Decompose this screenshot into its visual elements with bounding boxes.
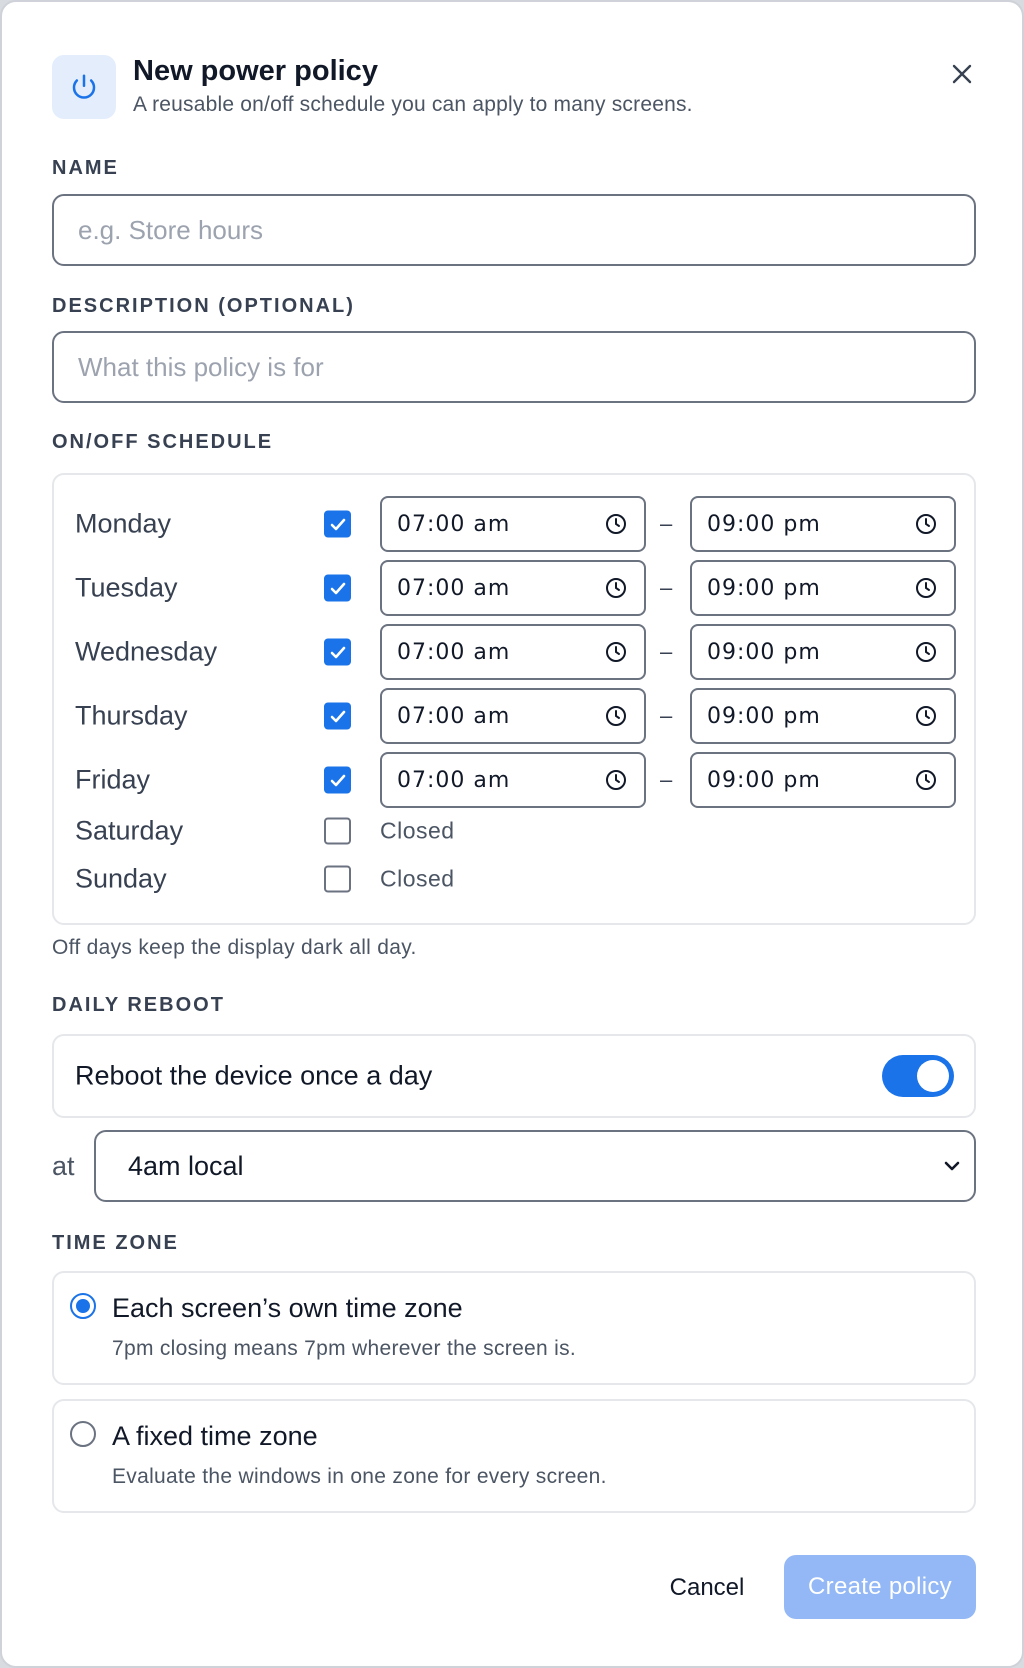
time-zone-label: TIME ZONE (52, 1232, 179, 1254)
end-time-value: 09:00 pm (707, 639, 821, 665)
day-name: Tuesday (75, 572, 178, 603)
reboot-time-value: 4am local (128, 1150, 244, 1181)
closed-label: Closed (380, 865, 455, 892)
end-time-value: 09:00 pm (707, 511, 821, 537)
clock-icon (606, 706, 626, 726)
schedule-row-saturday: Saturday Closed (54, 807, 974, 855)
timezone-option-title: Each screen’s own time zone (112, 1293, 463, 1323)
daily-reboot-label: DAILY REBOOT (52, 994, 225, 1016)
timezone-option-description: 7pm closing means 7pm wherever the scree… (112, 1337, 577, 1360)
timezone-option-fixed[interactable]: A fixed time zone Evaluate the windows i… (52, 1399, 976, 1513)
schedule-hint: Off days keep the display dark all day. (52, 936, 417, 959)
checkmark-icon (330, 710, 345, 722)
dialog-title: New power policy (133, 55, 378, 87)
reboot-at-label: at (52, 1151, 75, 1181)
dialog-subtitle: A reusable on/off schedule you can apply… (133, 93, 693, 116)
reboot-time-select[interactable]: 4am local (94, 1130, 976, 1202)
day-name: Wednesday (75, 636, 218, 667)
schedule-panel: Monday 07:00 am – 09:00 pm Tuesday 07:00… (52, 473, 976, 925)
start-time-value: 07:00 am (397, 575, 511, 601)
day-enabled-checkbox[interactable] (324, 766, 351, 794)
new-power-policy-dialog: New power policy A reusable on/off sched… (0, 0, 1024, 1668)
reboot-description: Reboot the device once a day (75, 1060, 433, 1091)
checkmark-icon (330, 518, 345, 530)
schedule-row-wednesday: Wednesday 07:00 am – 09:00 pm (54, 624, 974, 680)
day-name: Monday (75, 508, 172, 539)
day-name: Saturday (75, 815, 184, 846)
day-enabled-checkbox[interactable] (324, 638, 351, 666)
timezone-radio[interactable] (70, 1421, 96, 1447)
close-icon (952, 64, 972, 84)
end-time-input[interactable]: 09:00 pm (690, 496, 956, 552)
start-time-value: 07:00 am (397, 767, 511, 793)
clock-icon (916, 642, 936, 662)
schedule-row-monday: Monday 07:00 am – 09:00 pm (54, 496, 974, 552)
end-time-value: 09:00 pm (707, 575, 821, 601)
start-time-input[interactable]: 07:00 am (380, 560, 646, 616)
clock-icon (606, 514, 626, 534)
chevron-down-icon (944, 1161, 960, 1171)
power-icon (52, 55, 116, 119)
end-time-input[interactable]: 09:00 pm (690, 688, 956, 744)
timezone-option-description: Evaluate the windows in one zone for eve… (112, 1465, 607, 1488)
checkmark-icon (330, 646, 345, 658)
description-label: DESCRIPTION (OPTIONAL) (52, 295, 355, 317)
timezone-option-screen-local[interactable]: Each screen’s own time zone 7pm closing … (52, 1271, 976, 1385)
schedule-label: ON/OFF SCHEDULE (52, 431, 274, 453)
clock-icon (606, 642, 626, 662)
checkmark-icon (330, 582, 345, 594)
clock-icon (606, 578, 626, 598)
toggle-knob (917, 1060, 949, 1092)
schedule-row-thursday: Thursday 07:00 am – 09:00 pm (54, 688, 974, 744)
daily-reboot-panel: Reboot the device once a day (52, 1034, 976, 1118)
time-range-separator: – (660, 639, 673, 664)
day-enabled-checkbox[interactable] (324, 574, 351, 602)
clock-icon (916, 514, 936, 534)
description-input[interactable] (52, 331, 976, 403)
day-name: Sunday (75, 863, 167, 894)
end-time-value: 09:00 pm (707, 703, 821, 729)
clock-icon (916, 578, 936, 598)
closed-label: Closed (380, 817, 455, 844)
start-time-value: 07:00 am (397, 639, 511, 665)
end-time-input[interactable]: 09:00 pm (690, 560, 956, 616)
day-name: Friday (75, 764, 151, 795)
start-time-input[interactable]: 07:00 am (380, 688, 646, 744)
schedule-row-friday: Friday 07:00 am – 09:00 pm (54, 752, 974, 808)
name-label: NAME (52, 157, 119, 179)
day-enabled-checkbox[interactable] (324, 817, 351, 845)
reboot-toggle[interactable] (882, 1055, 954, 1097)
clock-icon (606, 770, 626, 790)
schedule-row-sunday: Sunday Closed (54, 855, 974, 903)
start-time-value: 07:00 am (397, 703, 511, 729)
cancel-button[interactable]: Cancel (652, 1556, 762, 1620)
clock-icon (916, 770, 936, 790)
end-time-value: 09:00 pm (707, 767, 821, 793)
time-range-separator: – (660, 703, 673, 728)
start-time-input[interactable]: 07:00 am (380, 624, 646, 680)
name-input[interactable] (52, 194, 976, 266)
day-enabled-checkbox[interactable] (324, 702, 351, 730)
close-button[interactable] (942, 54, 982, 94)
day-enabled-checkbox[interactable] (324, 510, 351, 538)
start-time-input[interactable]: 07:00 am (380, 496, 646, 552)
time-range-separator: – (660, 511, 673, 536)
day-enabled-checkbox[interactable] (324, 865, 351, 893)
time-range-separator: – (660, 767, 673, 792)
day-name: Thursday (75, 700, 188, 731)
timezone-option-title: A fixed time zone (112, 1421, 318, 1451)
end-time-input[interactable]: 09:00 pm (690, 624, 956, 680)
timezone-radio[interactable] (70, 1293, 96, 1319)
start-time-value: 07:00 am (397, 511, 511, 537)
clock-icon (916, 706, 936, 726)
schedule-row-tuesday: Tuesday 07:00 am – 09:00 pm (54, 560, 974, 616)
end-time-input[interactable]: 09:00 pm (690, 752, 956, 808)
create-policy-button[interactable]: Create policy (784, 1555, 976, 1619)
start-time-input[interactable]: 07:00 am (380, 752, 646, 808)
time-range-separator: – (660, 575, 673, 600)
checkmark-icon (330, 774, 345, 786)
dialog-header: New power policy A reusable on/off sched… (52, 54, 982, 120)
